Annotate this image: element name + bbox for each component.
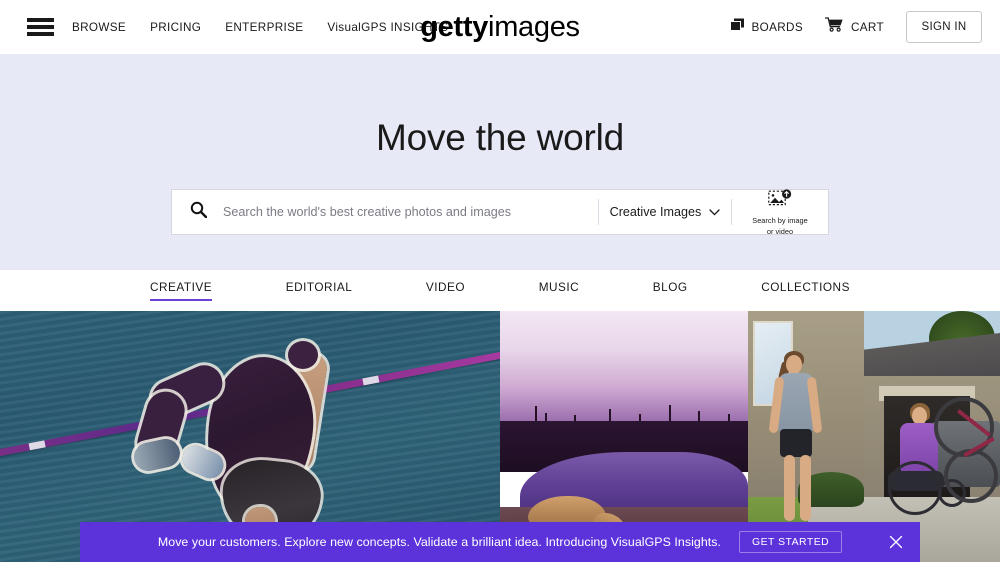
logo-getty: getty: [420, 11, 489, 43]
boards-link[interactable]: BOARDS: [729, 18, 803, 37]
boards-icon: [729, 18, 745, 37]
visual-search-label-line1: Search by image: [752, 216, 808, 226]
promo-banner-text: Move your customers. Explore new concept…: [157, 535, 722, 549]
athlete-figure: [130, 329, 390, 557]
header-right-group: BOARDS CART SIGN IN: [729, 0, 982, 54]
hamburger-icon[interactable]: [27, 18, 54, 36]
nav-pricing[interactable]: PRICING: [150, 21, 201, 34]
boards-label: BOARDS: [751, 20, 803, 34]
category-nav: CREATIVE EDITORIAL VIDEO MUSIC BLOG COLL…: [0, 270, 1000, 311]
search-type-label: Creative Images: [609, 205, 702, 219]
image-upload-icon: [768, 189, 792, 215]
visual-search-label-line2: or video: [766, 227, 794, 236]
category-nav-items: CREATIVE EDITORIAL VIDEO MUSIC BLOG COLL…: [0, 280, 1000, 301]
tab-collections[interactable]: COLLECTIONS: [761, 280, 850, 301]
tab-editorial[interactable]: EDITORIAL: [286, 280, 353, 301]
cart-icon: [824, 17, 844, 37]
chevron-down-icon: [709, 205, 720, 219]
search-field: [172, 190, 598, 234]
search-type-select[interactable]: Creative Images: [599, 190, 731, 234]
tab-blog[interactable]: BLOG: [653, 280, 688, 301]
visual-search-button[interactable]: Search by image or video: [732, 189, 828, 236]
nav-enterprise[interactable]: ENTERPRISE: [225, 21, 303, 34]
site-header: BROWSE PRICING ENTERPRISE VisualGPS INSI…: [0, 0, 1000, 54]
search-bar: Creative Images: [171, 189, 829, 236]
page-title: Move the world: [375, 117, 625, 158]
search-icon: [190, 201, 208, 223]
nav-browse[interactable]: BROWSE: [72, 21, 126, 34]
logo-images: images: [488, 11, 580, 43]
cart-link[interactable]: CART: [824, 17, 884, 37]
get-started-button[interactable]: GET STARTED: [739, 531, 843, 553]
search-input[interactable]: [207, 190, 598, 234]
tab-video[interactable]: VIDEO: [426, 280, 465, 301]
close-icon[interactable]: [886, 532, 906, 552]
tab-creative[interactable]: CREATIVE: [150, 280, 213, 301]
cart-label: CART: [850, 20, 884, 34]
hero-section: Move the world Creative Images: [0, 54, 1000, 270]
page-root: BROWSE PRICING ENTERPRISE VisualGPS INSI…: [0, 0, 1000, 562]
site-logo[interactable]: gettyimages: [370, 9, 630, 45]
sign-in-button[interactable]: SIGN IN: [906, 11, 982, 43]
promo-banner: Move your customers. Explore new concept…: [80, 522, 920, 562]
tab-music[interactable]: MUSIC: [539, 280, 580, 301]
